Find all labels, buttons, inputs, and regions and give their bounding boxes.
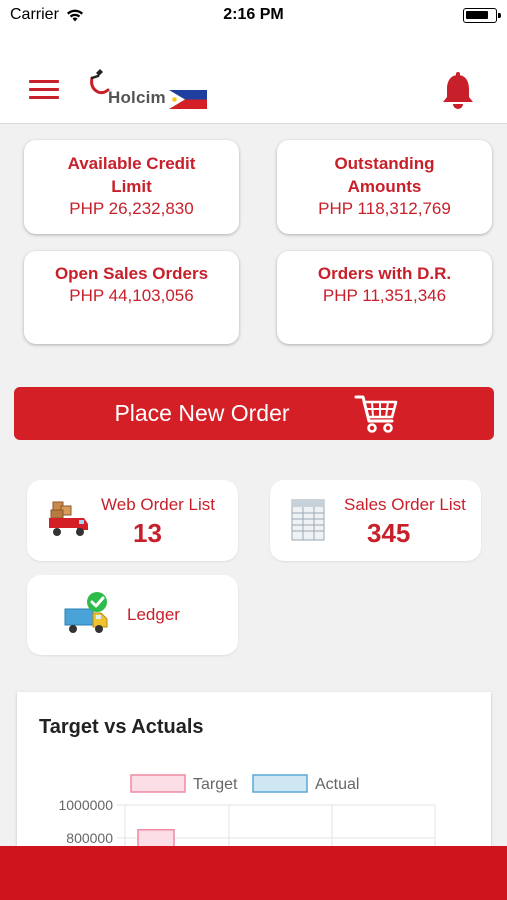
legend-swatch-actual (252, 774, 308, 793)
holcim-logo: Holcim (86, 68, 211, 112)
card-value: PHP 26,232,830 (69, 199, 194, 218)
app-header: Holcim (0, 30, 507, 124)
y-tick-label: 1000000 (58, 797, 113, 813)
orders-with-dr-card[interactable]: Orders with D.R. PHP 11,351,346 (277, 251, 492, 344)
carrier-label: Carrier (10, 6, 59, 23)
card-value: PHP 118,312,769 (318, 199, 451, 218)
legend-label-target: Target (193, 776, 238, 793)
delivery-truck-icon (49, 501, 88, 536)
truck-check-icon (64, 592, 108, 633)
sales-order-count: 345 (367, 518, 411, 548)
philippines-flag-icon (169, 90, 207, 109)
card-title-line2: Limit (111, 177, 152, 196)
web-order-count: 13 (133, 518, 162, 548)
legend-label-actual: Actual (315, 776, 359, 793)
card-title: Orders with D.R. (317, 264, 452, 283)
open-sales-orders-card[interactable]: Open Sales Orders PHP 44,103,056 (24, 251, 239, 344)
logo-text: Holcim (108, 88, 166, 107)
hamburger-icon[interactable] (29, 80, 59, 100)
ledger-tile[interactable]: Ledger (27, 575, 238, 655)
bell-icon[interactable] (441, 72, 475, 110)
ledger-label: Ledger (127, 605, 180, 624)
card-value: PHP 44,103,056 (69, 286, 194, 305)
web-order-list-label: Web Order List (101, 495, 216, 514)
card-title: Available Credit (67, 154, 196, 173)
battery-level (466, 10, 489, 19)
outstanding-amounts-card[interactable]: Outstanding Amounts PHP 118,312,769 (277, 140, 492, 234)
card-value: PHP 11,351,346 (322, 286, 447, 305)
battery-icon (463, 7, 501, 23)
web-order-list-tile[interactable]: Web Order List 13 (27, 480, 238, 561)
spreadsheet-icon (291, 499, 325, 541)
card-title-line2: Amounts (347, 177, 422, 196)
card-title: Outstanding (334, 154, 435, 173)
wifi-icon (66, 9, 83, 21)
place-order-label: Place New Order (114, 400, 290, 426)
shopping-cart-icon (354, 395, 398, 433)
place-new-order-button[interactable]: Place New Order (14, 387, 494, 440)
status-left: Carrier (10, 6, 84, 24)
sales-order-list-tile[interactable]: Sales Order List 345 (270, 480, 481, 561)
legend-swatch-target (130, 774, 186, 793)
sales-order-list-label: Sales Order List (344, 495, 466, 514)
status-bar: Carrier 2:16 PM (0, 0, 507, 30)
credit-limit-card[interactable]: Available Credit Limit PHP 26,232,830 (24, 140, 239, 234)
bottom-bar (0, 846, 507, 900)
y-tick-label: 800000 (66, 830, 113, 846)
card-title: Open Sales Orders (54, 264, 209, 283)
